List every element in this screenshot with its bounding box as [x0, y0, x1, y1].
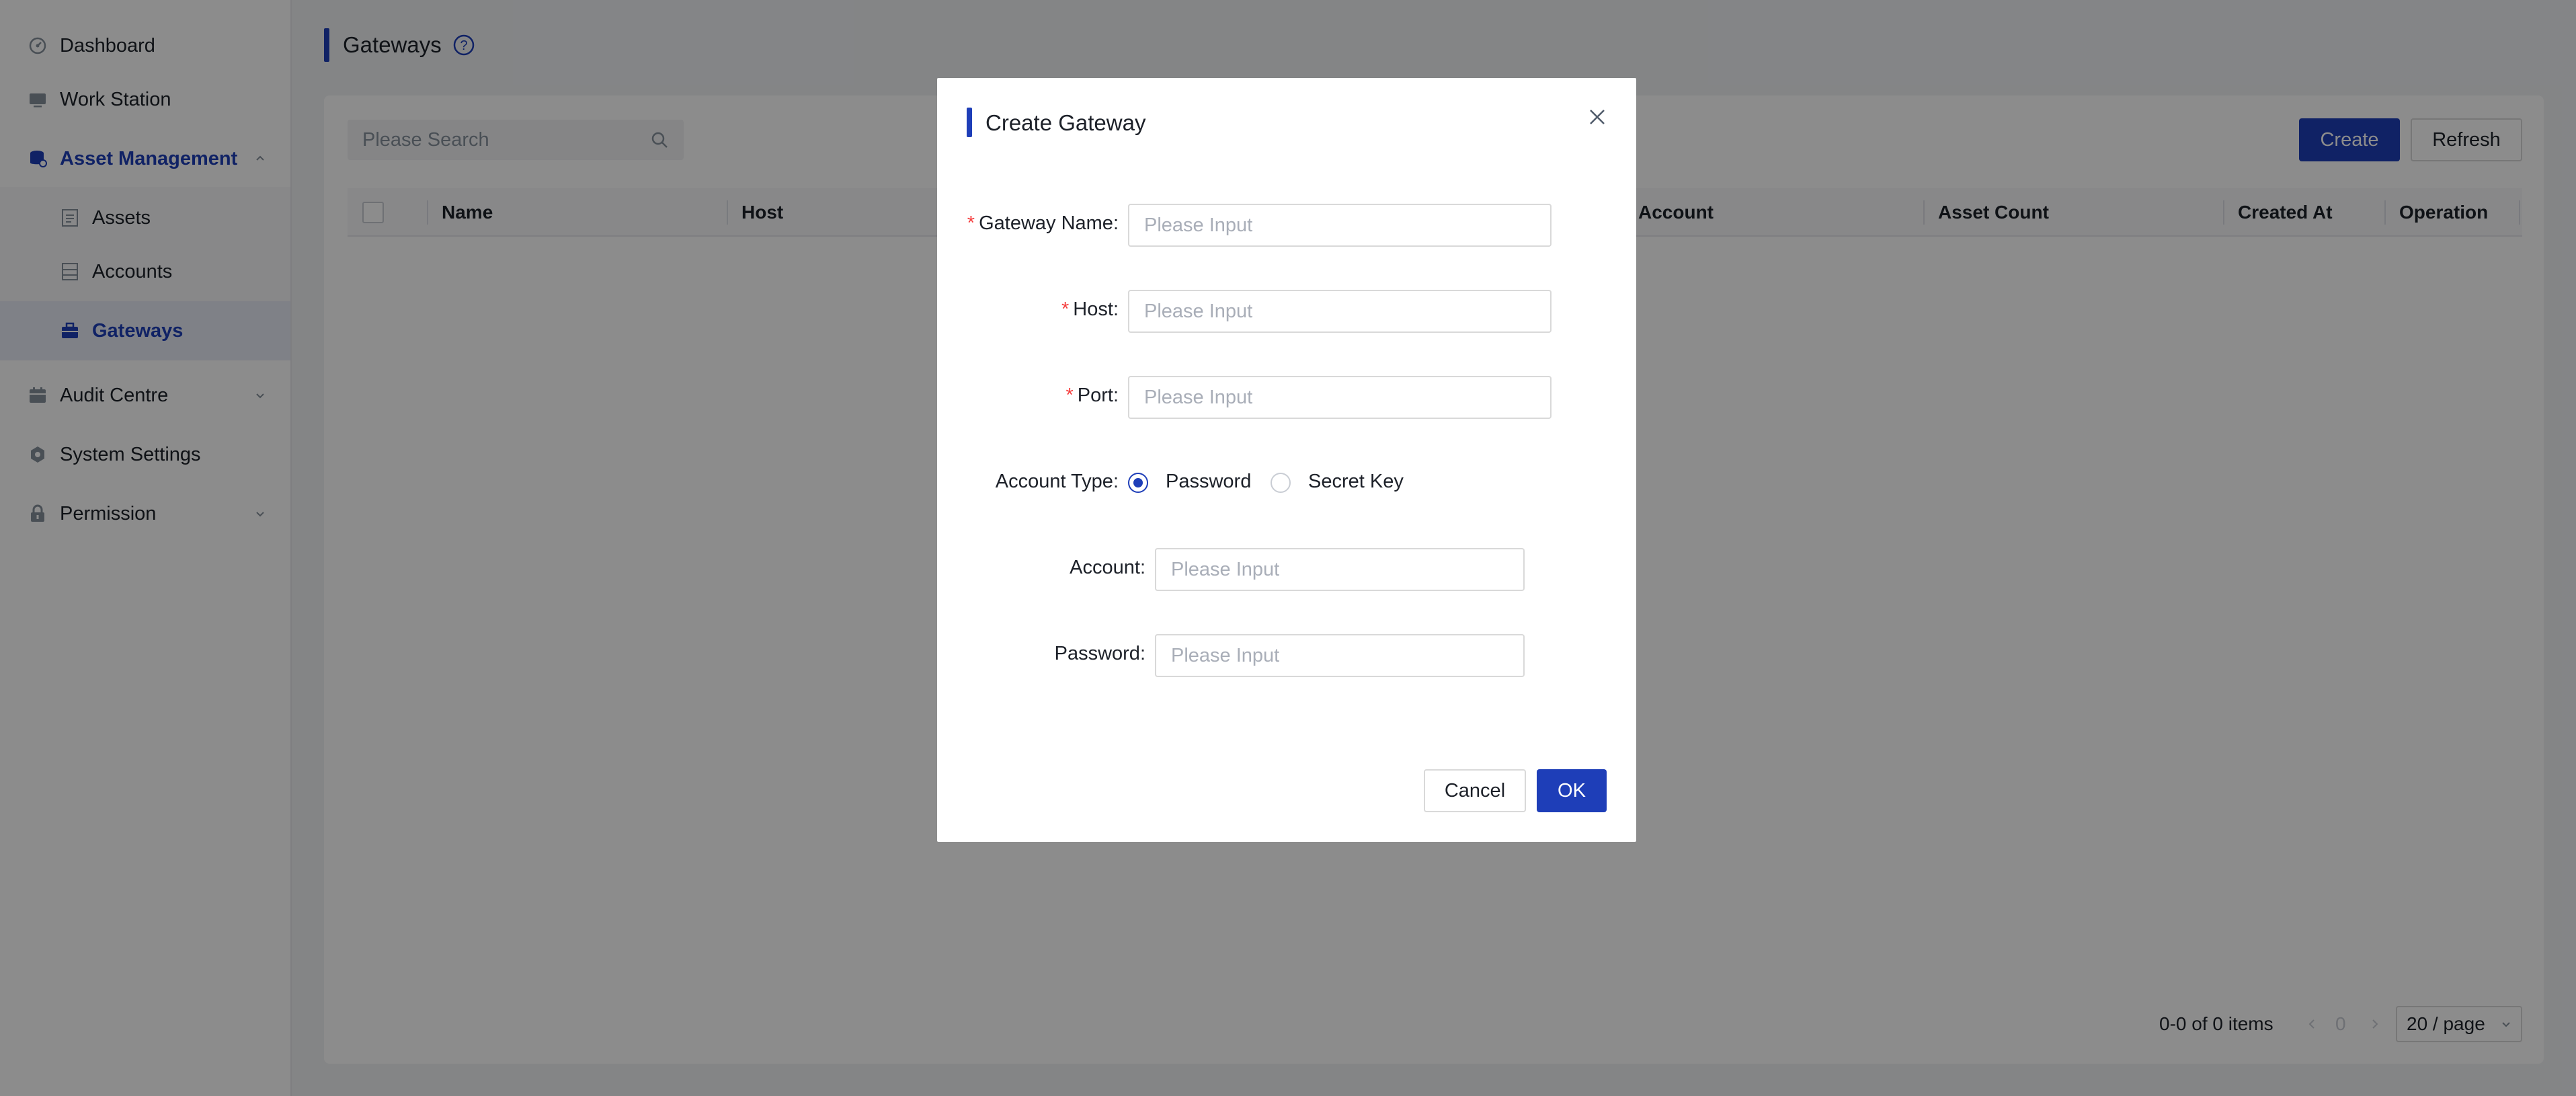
required-mark: *	[1061, 299, 1070, 320]
close-icon[interactable]	[1585, 105, 1609, 129]
modal-title-accent	[967, 108, 972, 137]
password-radio[interactable]	[1128, 473, 1148, 493]
gateway-name-input[interactable]	[1128, 204, 1552, 247]
secret-key-radio[interactable]	[1271, 473, 1291, 493]
modal-title: Create Gateway	[985, 110, 1146, 135]
port-input[interactable]	[1128, 376, 1552, 419]
account-type-label: Account Type:	[995, 471, 1119, 492]
password-label: Password:	[1054, 643, 1145, 664]
cancel-button[interactable]: Cancel	[1424, 769, 1526, 812]
account-label: Account:	[1070, 557, 1145, 578]
ok-button[interactable]: OK	[1537, 769, 1607, 812]
host-label: * Host:	[1061, 299, 1119, 320]
required-mark: *	[967, 212, 975, 234]
port-label: * Port:	[1065, 385, 1119, 406]
gateway-name-label: * Gateway Name:	[967, 212, 1119, 234]
password-radio-label[interactable]: Password	[1166, 471, 1251, 493]
secret-key-radio-label[interactable]: Secret Key	[1308, 471, 1404, 493]
password-input[interactable]	[1155, 634, 1525, 677]
required-mark: *	[1065, 385, 1074, 406]
host-input[interactable]	[1128, 290, 1552, 333]
create-gateway-dialog: Create Gateway *Gateway Name: *Host: *Po…	[937, 78, 1636, 842]
account-input[interactable]	[1155, 548, 1525, 591]
